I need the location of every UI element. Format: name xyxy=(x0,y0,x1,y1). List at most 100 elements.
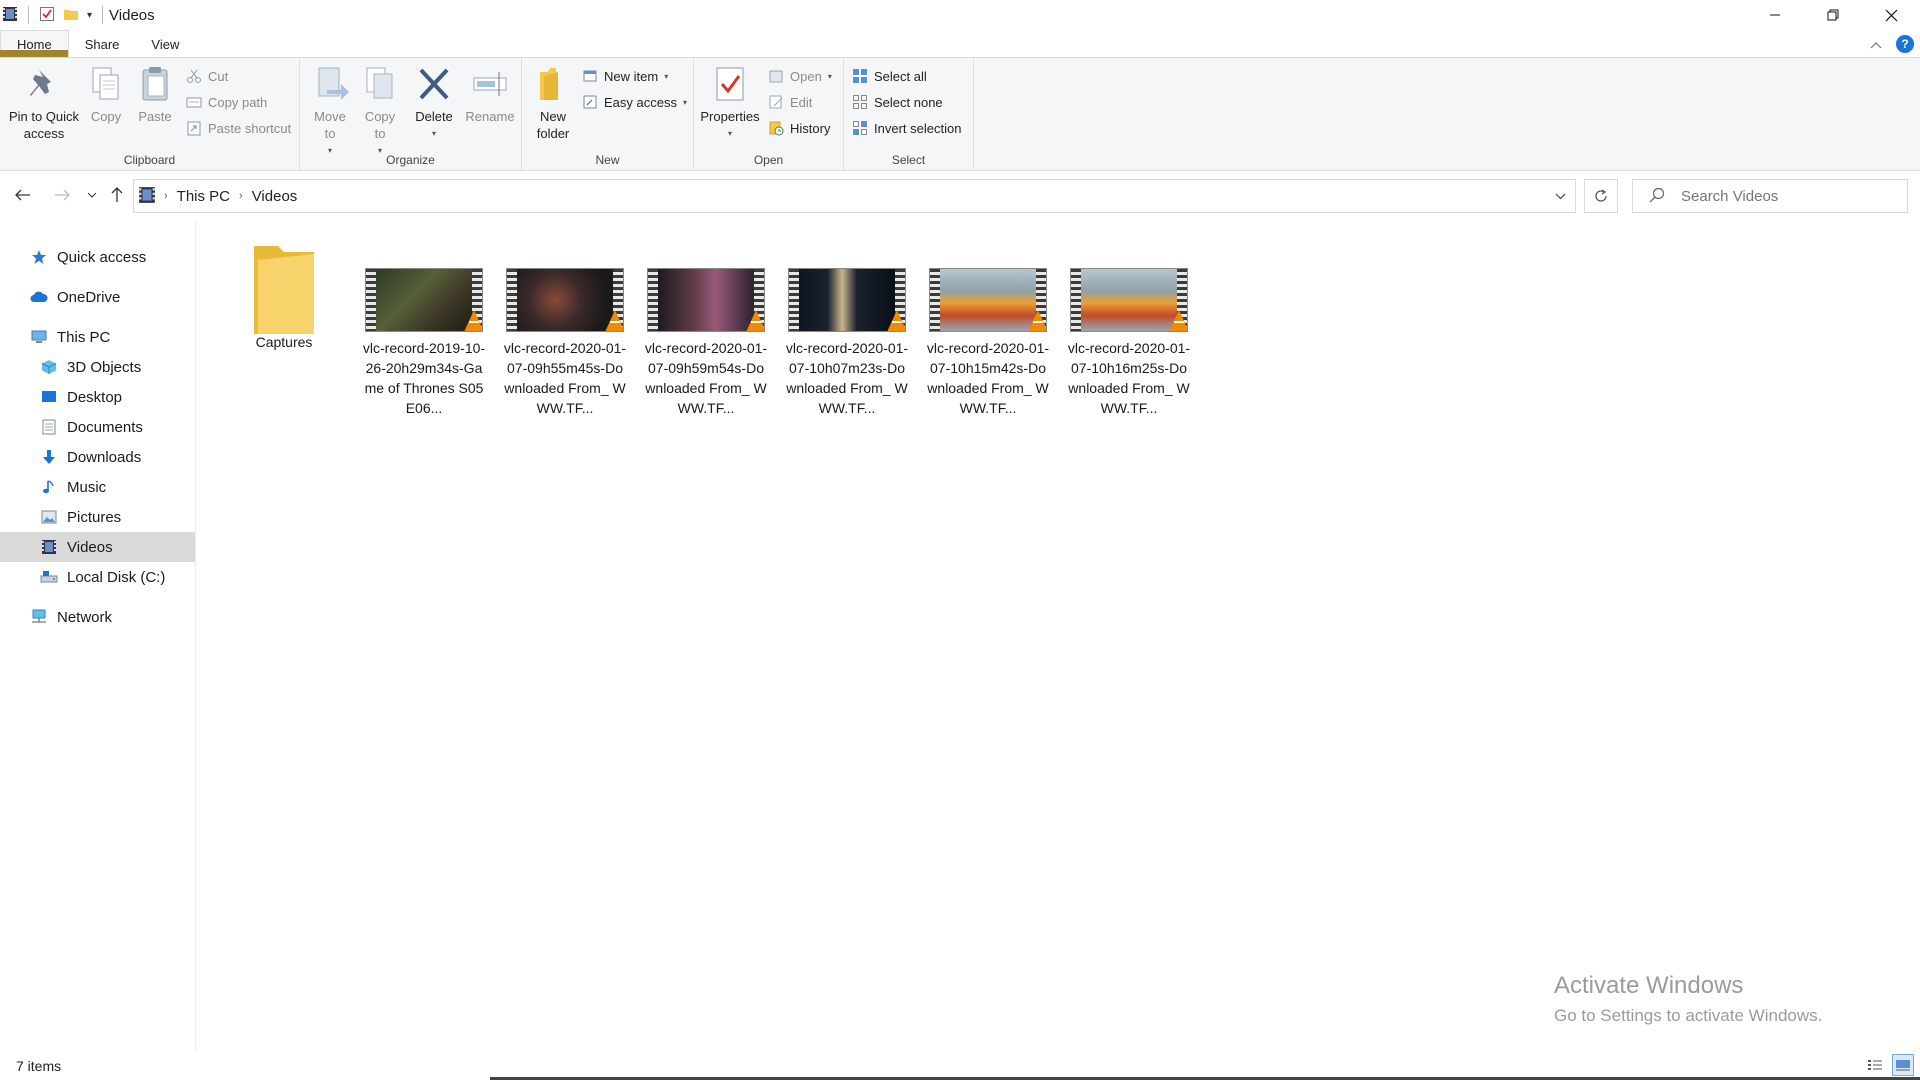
open-group: Properties ▾ Open ▾ Edit History Open xyxy=(694,58,844,170)
copy-button[interactable]: Copy xyxy=(84,64,128,125)
select-none-button[interactable]: Select none xyxy=(852,92,943,112)
open-button[interactable]: Open ▾ xyxy=(768,66,832,86)
open-label: Open xyxy=(790,68,822,84)
pin-to-quick-access-button[interactable]: Pin to Quick access xyxy=(4,64,84,142)
video-file-item[interactable]: vlc-record-2020-01-07-09h59m54s-Download… xyxy=(643,242,769,418)
copy-path-button[interactable]: Copy path xyxy=(186,92,267,112)
delete-x-icon xyxy=(419,68,449,100)
ribbon-tabs: File Home Share View ? xyxy=(0,30,1920,78)
breadcrumb-this-pc[interactable]: This PC xyxy=(177,188,230,205)
vlc-stripe xyxy=(610,321,620,323)
new-folder-button[interactable]: New folder xyxy=(530,64,576,142)
video-file-item[interactable]: vlc-record-2020-01-07-10h16m25s-Download… xyxy=(1066,242,1192,418)
forward-arrow-icon xyxy=(55,189,70,201)
new-group-label: New xyxy=(595,153,620,167)
large-icons-view-button[interactable] xyxy=(1892,1054,1914,1076)
document-icon xyxy=(40,418,58,436)
breadcrumb-videos[interactable]: Videos xyxy=(252,188,298,205)
copy-to-button[interactable]: Copy to ▾ xyxy=(358,64,402,159)
properties-check-icon[interactable] xyxy=(39,6,55,25)
up-button[interactable] xyxy=(106,184,128,206)
collapse-ribbon-icon[interactable] xyxy=(1870,37,1882,52)
nav-3d-objects[interactable]: 3D Objects xyxy=(0,352,195,382)
search-icon xyxy=(1649,187,1669,206)
nav-local-disk[interactable]: Local Disk (C:) xyxy=(0,562,195,592)
address-bar[interactable]: › This PC › Videos xyxy=(133,179,1576,213)
nav-pictures[interactable]: Pictures xyxy=(0,502,195,532)
nav-desktop[interactable]: Desktop xyxy=(0,382,195,412)
search-box[interactable] xyxy=(1632,179,1908,213)
properties-dropdown-icon: ▾ xyxy=(727,129,732,138)
copy-path-icon xyxy=(186,97,202,108)
minimize-button[interactable] xyxy=(1746,0,1804,30)
paste-shortcut-icon xyxy=(187,121,201,136)
nav-videos[interactable]: Videos xyxy=(0,532,195,562)
new-item-icon xyxy=(583,70,597,82)
nav-label: Videos xyxy=(67,538,113,556)
nav-downloads[interactable]: Downloads xyxy=(0,442,195,472)
videos-app-icon[interactable] xyxy=(2,6,18,25)
clipboard-group-label: Clipboard xyxy=(123,153,176,167)
file-name: vlc-record-2020-01-07-10h16m25s-Download… xyxy=(1067,340,1191,416)
refresh-button[interactable] xyxy=(1584,179,1618,213)
delete-dropdown-icon: ▾ xyxy=(431,129,436,138)
forward-button[interactable] xyxy=(51,184,73,206)
film-sprockets xyxy=(507,269,517,331)
video-file-item[interactable]: vlc-record-2020-01-07-09h55m45s-Download… xyxy=(502,242,628,418)
new-group: New folder New item ▾ Easy access ▾ New xyxy=(522,58,694,170)
chevron-down-icon xyxy=(1555,193,1565,199)
nav-music[interactable]: Music xyxy=(0,472,195,502)
edit-button[interactable]: Edit xyxy=(768,92,812,112)
nav-onedrive[interactable]: OneDrive xyxy=(0,282,195,312)
new-item-button[interactable]: New item ▾ xyxy=(582,66,668,86)
rename-button[interactable]: Rename xyxy=(464,64,516,125)
recent-locations-dropdown[interactable] xyxy=(81,184,103,206)
drive-icon xyxy=(40,568,58,586)
move-to-icon xyxy=(318,67,349,100)
video-frame xyxy=(658,269,754,331)
film-sprockets xyxy=(366,269,376,331)
easy-access-button[interactable]: Easy access ▾ xyxy=(582,92,687,112)
close-button[interactable] xyxy=(1862,0,1920,30)
select-all-button[interactable]: Select all xyxy=(852,66,927,86)
file-name: vlc-record-2020-01-07-10h07m23s-Download… xyxy=(785,340,909,416)
address-history-dropdown[interactable] xyxy=(1545,180,1575,212)
video-file-item[interactable]: vlc-record-2020-01-07-10h15m42s-Download… xyxy=(925,242,1051,418)
restore-button[interactable] xyxy=(1804,0,1862,30)
customize-qat-dropdown[interactable]: ▾ xyxy=(87,10,92,21)
search-input[interactable] xyxy=(1681,187,1901,205)
history-button[interactable]: History xyxy=(768,118,830,138)
nav-label: Music xyxy=(67,478,107,496)
invert-selection-button[interactable]: Invert selection xyxy=(852,118,961,138)
video-file-item[interactable]: vlc-record-2019-10-26-20h29m34s-Game of … xyxy=(361,242,487,418)
paste-shortcut-button[interactable]: Paste shortcut xyxy=(186,118,291,138)
breadcrumb-chevron-icon[interactable]: › xyxy=(164,190,168,202)
desktop-icon xyxy=(40,388,58,406)
breadcrumb-chevron-icon[interactable]: › xyxy=(239,190,243,202)
file-name: vlc-record-2020-01-07-09h55m45s-Download… xyxy=(503,340,627,416)
cut-button[interactable]: Cut xyxy=(186,66,228,86)
vlc-stripe xyxy=(1174,321,1184,323)
delete-label: Delete xyxy=(415,109,453,124)
help-icon[interactable]: ? xyxy=(1896,35,1914,53)
folder-item[interactable]: Captures xyxy=(221,242,347,352)
tab-share[interactable]: Share xyxy=(69,30,136,58)
paste-button[interactable]: Paste xyxy=(132,64,178,125)
tab-view[interactable]: View xyxy=(135,30,195,58)
nav-quick-access[interactable]: Quick access xyxy=(0,242,195,272)
new-folder-qat-icon[interactable] xyxy=(63,6,79,25)
music-note-icon xyxy=(40,478,58,496)
nav-documents[interactable]: Documents xyxy=(0,412,195,442)
details-view-button[interactable] xyxy=(1864,1054,1886,1076)
quick-access-toolbar: ▾ xyxy=(0,0,105,30)
back-arrow-icon xyxy=(15,189,30,201)
new-folder-icon xyxy=(540,68,558,100)
properties-button[interactable]: Properties ▾ xyxy=(698,64,762,142)
delete-button[interactable]: Delete ▾ xyxy=(412,64,456,142)
move-to-button[interactable]: Move to ▾ xyxy=(308,64,352,159)
nav-this-pc[interactable]: This PC xyxy=(0,322,195,352)
back-button[interactable] xyxy=(12,184,34,206)
video-file-item[interactable]: vlc-record-2020-01-07-10h07m23s-Download… xyxy=(784,242,910,418)
nav-network[interactable]: Network xyxy=(0,602,195,632)
rename-label: Rename xyxy=(465,109,515,124)
